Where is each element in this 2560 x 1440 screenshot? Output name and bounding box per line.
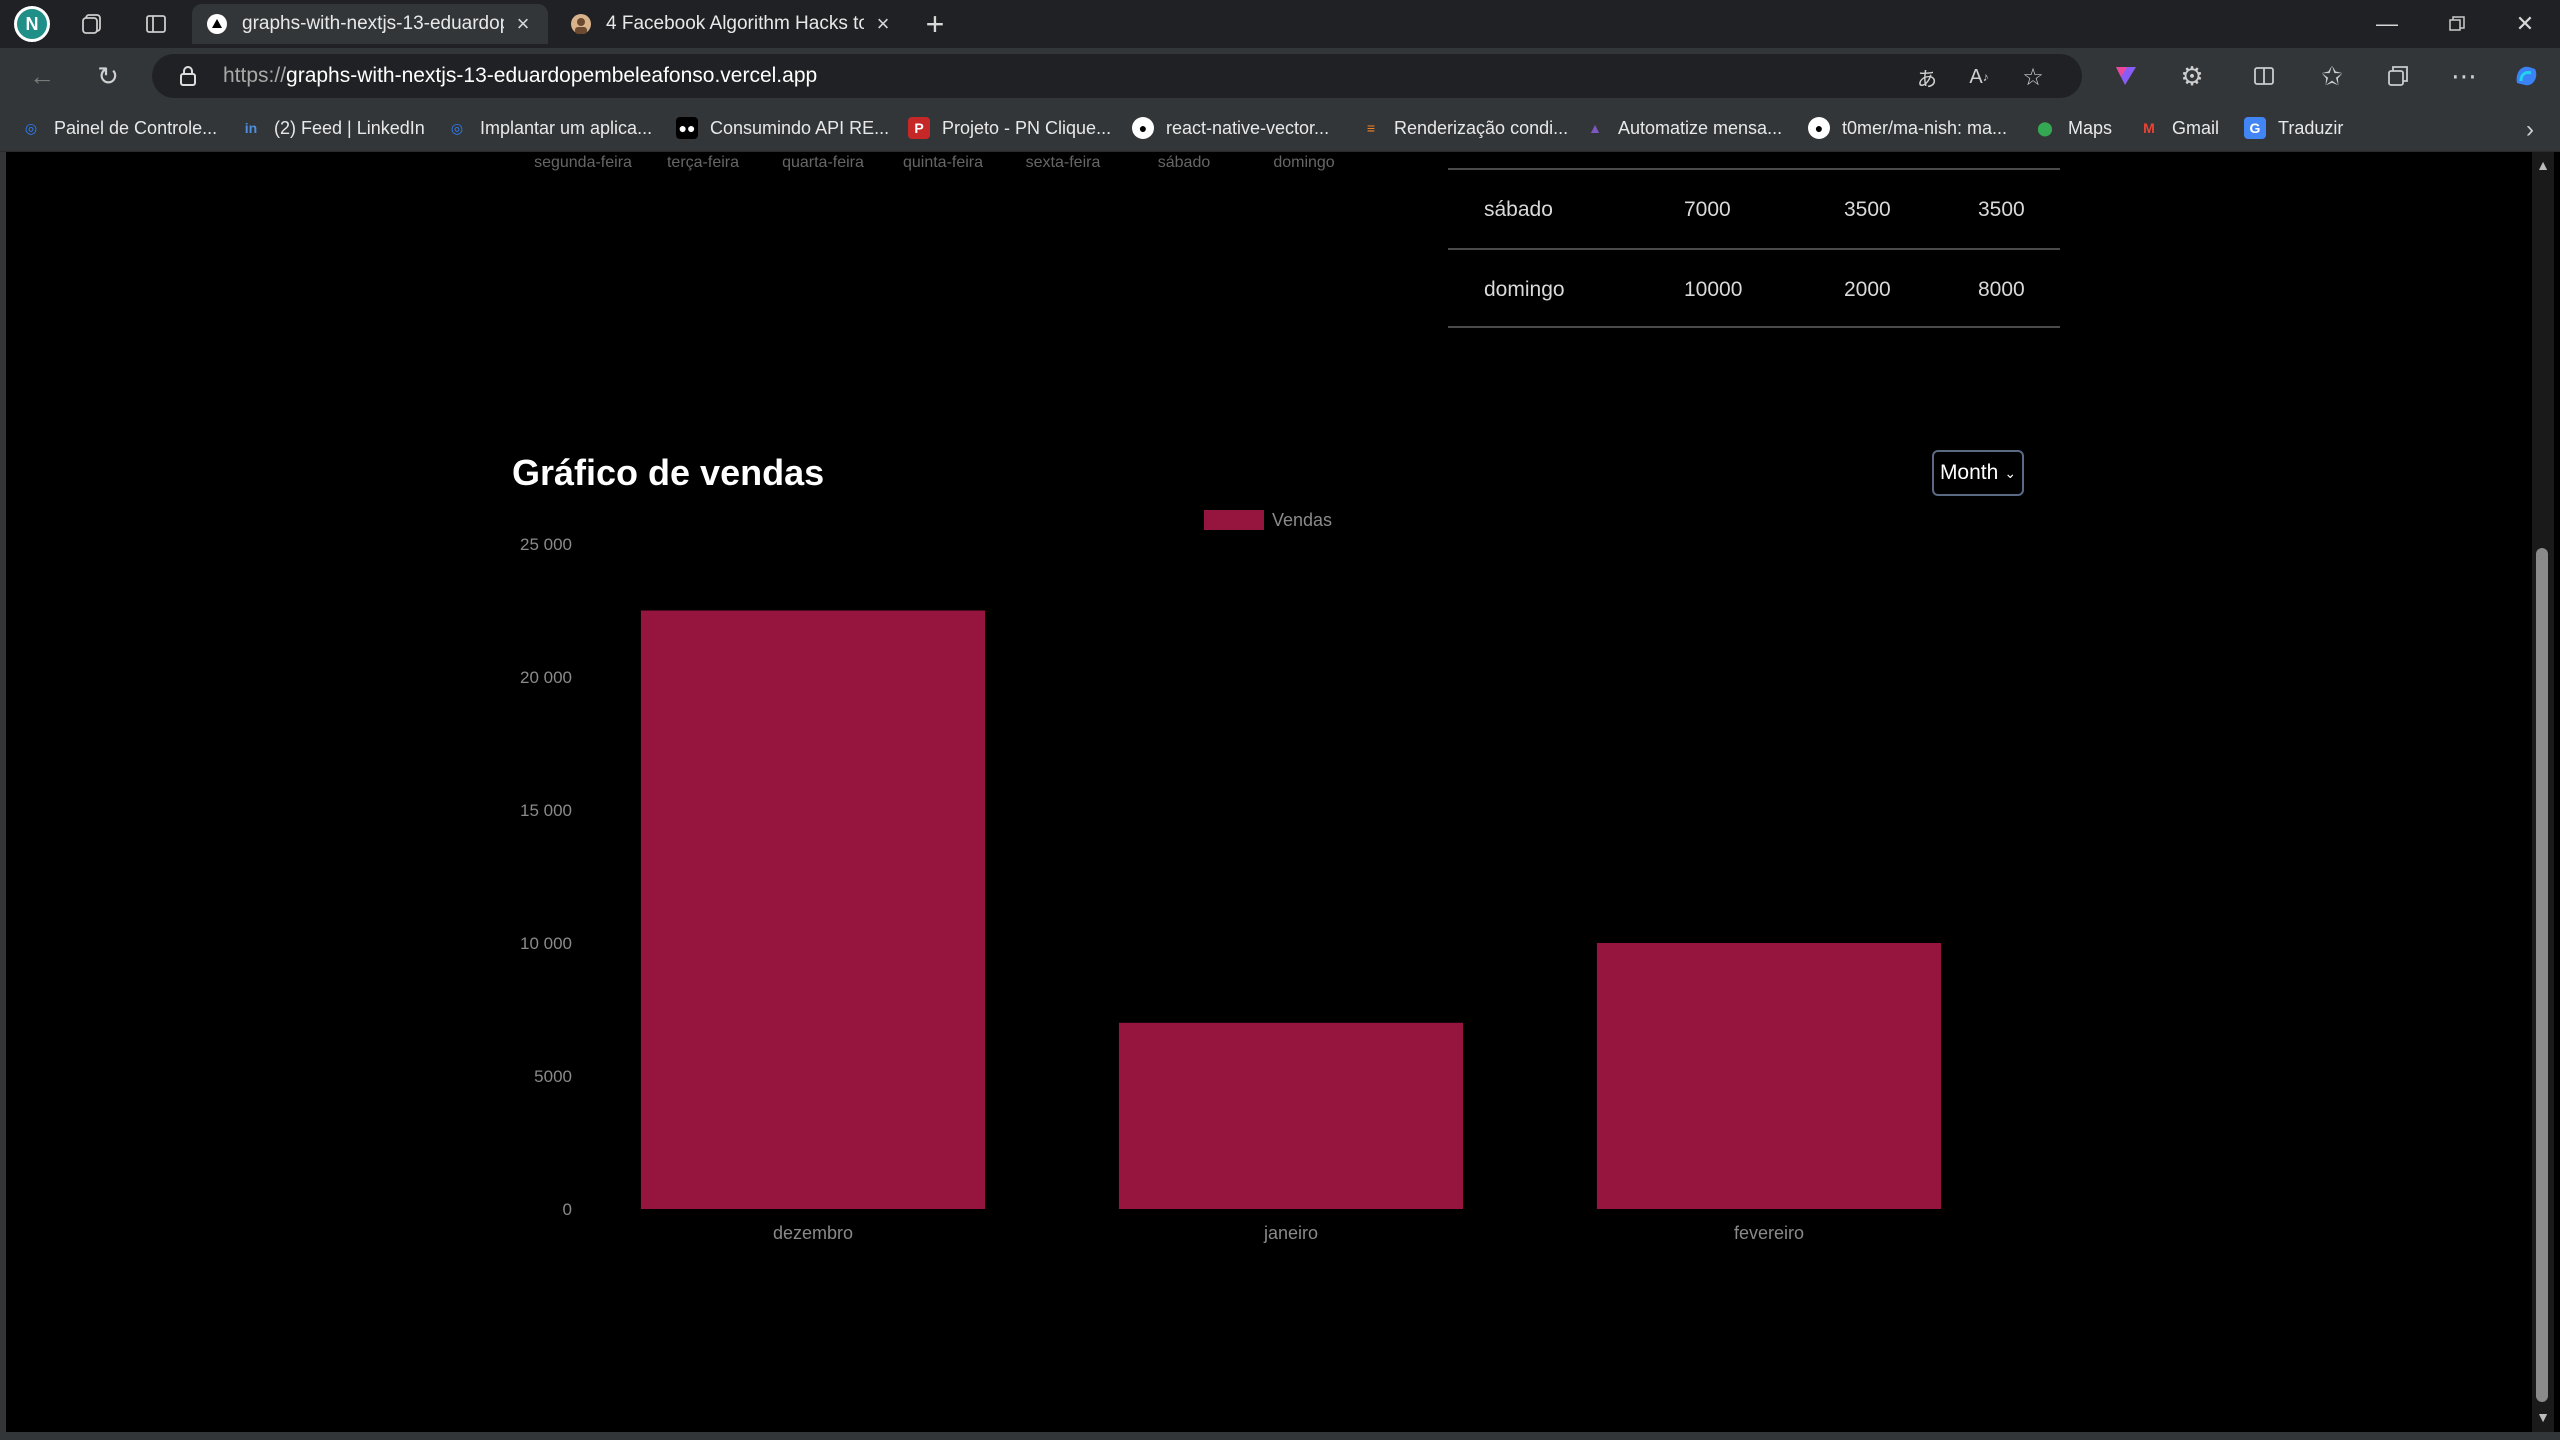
scrollbar-thumb[interactable] (2536, 548, 2548, 1402)
y-tick-label: 0 (563, 1200, 572, 1219)
bar (640, 610, 986, 1209)
window-frame (0, 1432, 2560, 1440)
y-tick-label: 15 000 (520, 801, 572, 820)
legend-swatch (1204, 510, 1264, 530)
bar (1118, 1022, 1464, 1209)
scroll-up-icon[interactable]: ▲ (2534, 156, 2552, 174)
x-tick-label: fevereiro (1734, 1223, 1804, 1243)
scroll-down-icon[interactable]: ▼ (2534, 1408, 2552, 1426)
y-tick-label: 25 000 (520, 535, 572, 554)
x-tick-label: dezembro (773, 1223, 853, 1243)
legend-label: Vendas (1272, 510, 1332, 530)
sales-bar-chart: 0 5000 10 000 15 000 20 000 25 000 dezembro jan… (520, 510, 1942, 1243)
y-tick-label: 10 000 (520, 934, 572, 953)
y-tick-label: 20 000 (520, 668, 572, 687)
bar (1596, 943, 1942, 1209)
x-tick-label: janeiro (1263, 1223, 1318, 1243)
y-tick-label: 5000 (534, 1067, 572, 1086)
